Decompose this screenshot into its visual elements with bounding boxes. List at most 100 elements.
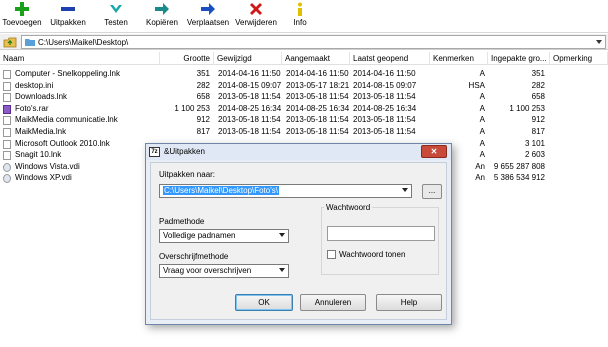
toolbar: Toevoegen Uitpakken Testen Kopiëren Verp…	[0, 0, 608, 33]
info-button[interactable]: Info	[284, 2, 316, 27]
dialog-titlebar[interactable]: 7z &Uitpakken ✕	[146, 144, 451, 160]
file-attributes: A	[479, 92, 485, 102]
dialog-title: &Uitpakken	[164, 147, 205, 156]
shortcut-file-icon	[3, 151, 11, 161]
cancel-button[interactable]: Annuleren	[300, 294, 366, 311]
path-mode-value: Volledige padnamen	[163, 231, 236, 240]
show-password-checkbox[interactable]	[327, 250, 336, 259]
column-comment[interactable]: Opmerking	[550, 52, 608, 65]
address-bar: C:\Users\Maikel\Desktop\	[0, 34, 608, 50]
extract-to-combobox[interactable]: C:\Users\Maikel\Desktop\Foto's\	[159, 184, 412, 198]
file-name: MaikMedia communicatie.lnk	[15, 115, 118, 125]
overwrite-mode-select[interactable]: Vraag voor overschrijven	[159, 264, 289, 278]
file-modified: 2013-05-18 11:54	[218, 127, 281, 136]
file-packed-size: 5 386 534 912	[493, 173, 545, 183]
column-accessed[interactable]: Laatst geopend	[350, 52, 430, 65]
copy-button[interactable]: Kopiëren	[142, 2, 182, 27]
table-row[interactable]: Downloads.lnk 658 2013-05-18 11:54 2013-05-…	[0, 91, 608, 103]
table-row[interactable]: desktop.ini 282 2014-08-15 09:07 2013-05-17…	[0, 80, 608, 92]
show-password-label[interactable]: Wachtwoord tonen	[339, 250, 405, 259]
file-packed-size: 2 603	[524, 150, 545, 160]
extract-to-label: Uitpakken naar:	[159, 170, 216, 179]
delete-x-icon	[250, 3, 262, 15]
shortcut-file-icon	[3, 93, 11, 103]
file-accessed: 2013-05-18 11:54	[353, 115, 416, 125]
extract-button[interactable]: Uitpakken	[48, 2, 88, 27]
add-button[interactable]: Toevoegen	[2, 2, 42, 27]
minus-icon	[61, 7, 75, 11]
ini-file-icon	[3, 81, 11, 91]
table-row[interactable]: Foto's.rar 1 100 253 2014-08-25 16:34 2014-…	[0, 103, 608, 115]
address-field[interactable]: C:\Users\Maikel\Desktop\	[21, 35, 606, 49]
file-created: 2014-04-16 11:50	[286, 69, 349, 78]
check-icon	[110, 5, 122, 13]
file-packed-size: 282	[531, 80, 545, 90]
file-list-header: Naam Grootte Gewijzigd Aangemaakt Laatst…	[0, 52, 608, 65]
file-attributes: A	[479, 115, 485, 125]
extract-dialog: 7z &Uitpakken ✕ Uitpakken naar: C:\Users…	[145, 143, 452, 325]
file-modified: 2014-08-25 16:34	[218, 103, 282, 113]
password-group-label: Wachtwoord	[324, 203, 373, 212]
file-created: 2013-05-18 11:54	[286, 92, 349, 102]
column-created[interactable]: Aangemaakt	[282, 52, 350, 65]
up-folder-icon[interactable]	[3, 36, 17, 48]
column-modified[interactable]: Gewijzigd	[214, 52, 282, 65]
file-name: desktop.ini	[15, 80, 54, 90]
file-accessed: 2014-04-16 11:50	[353, 69, 416, 78]
file-attributes: A	[479, 127, 485, 136]
file-accessed: 2013-05-18 11:54	[353, 92, 416, 102]
file-name: Downloads.lnk	[15, 92, 68, 102]
delete-button[interactable]: Verwijderen	[234, 2, 278, 27]
overwrite-mode-label: Overschrijfmethode	[159, 252, 229, 261]
shortcut-file-icon	[3, 139, 11, 149]
file-packed-size: 9 655 287 808	[493, 161, 545, 171]
file-modified: 2014-08-15 09:07	[218, 80, 282, 90]
column-name[interactable]: Naam	[0, 52, 160, 65]
disk-image-icon	[3, 174, 11, 184]
help-button[interactable]: Help	[376, 294, 442, 311]
extract-to-value: C:\Users\Maikel\Desktop\Foto's\	[163, 186, 280, 195]
file-accessed: 2014-08-15 09:07	[353, 80, 417, 90]
test-button[interactable]: Testen	[96, 2, 136, 27]
chevron-down-icon[interactable]	[402, 188, 408, 192]
file-name: MaikMedia.lnk	[15, 127, 67, 136]
file-size: 658	[196, 92, 210, 102]
path-mode-select[interactable]: Volledige padnamen	[159, 229, 289, 243]
ok-button[interactable]: OK	[235, 294, 293, 311]
test-button-label: Testen	[104, 18, 128, 27]
file-name: Computer - Snelkoppeling.lnk	[15, 69, 120, 78]
overwrite-mode-value: Vraag voor overschrijven	[163, 266, 252, 275]
table-row[interactable]: MaikMedia communicatie.lnk 912 2013-05-18 …	[0, 114, 608, 126]
file-packed-size: 3 101	[524, 138, 545, 148]
column-packed-size[interactable]: Ingepakte gro...	[488, 52, 550, 65]
file-packed-size: 351	[531, 69, 545, 78]
file-attributes: HSA	[468, 80, 485, 90]
shortcut-file-icon	[3, 116, 11, 126]
table-row[interactable]: MaikMedia.lnk 817 2013-05-18 11:54 2013-05-…	[0, 126, 608, 138]
move-button[interactable]: Verplaatsen	[186, 2, 230, 27]
browse-button[interactable]: ...	[422, 184, 442, 199]
chevron-down-icon[interactable]	[279, 268, 285, 272]
password-input[interactable]	[327, 226, 435, 241]
chevron-down-icon[interactable]	[279, 233, 285, 237]
file-size: 1 100 253	[174, 103, 210, 113]
file-attributes: A	[479, 103, 485, 113]
file-name: Foto's.rar	[15, 103, 49, 113]
move-button-label: Verplaatsen	[186, 18, 230, 27]
file-packed-size: 1 100 253	[509, 103, 545, 113]
file-size: 817	[196, 127, 210, 136]
close-button[interactable]: ✕	[421, 145, 447, 158]
password-group: Wachtwoord Wachtwoord tonen	[321, 203, 439, 275]
column-size[interactable]: Grootte	[160, 52, 214, 65]
app-7zip-icon: 7z	[149, 147, 160, 157]
file-created: 2014-08-25 16:34	[286, 103, 350, 113]
file-accessed: 2013-05-18 11:54	[353, 127, 416, 136]
file-created: 2013-05-17 18:21	[286, 80, 350, 90]
table-row[interactable]: Computer - Snelkoppeling.lnk 351 2014-04-1…	[0, 68, 608, 80]
file-modified: 2013-05-18 11:54	[218, 92, 281, 102]
chevron-down-icon[interactable]	[596, 40, 602, 44]
file-packed-size: 658	[531, 92, 545, 102]
shortcut-file-icon	[3, 128, 11, 137]
copy-button-label: Kopiëren	[145, 18, 179, 27]
column-attributes[interactable]: Kenmerken	[430, 52, 488, 65]
